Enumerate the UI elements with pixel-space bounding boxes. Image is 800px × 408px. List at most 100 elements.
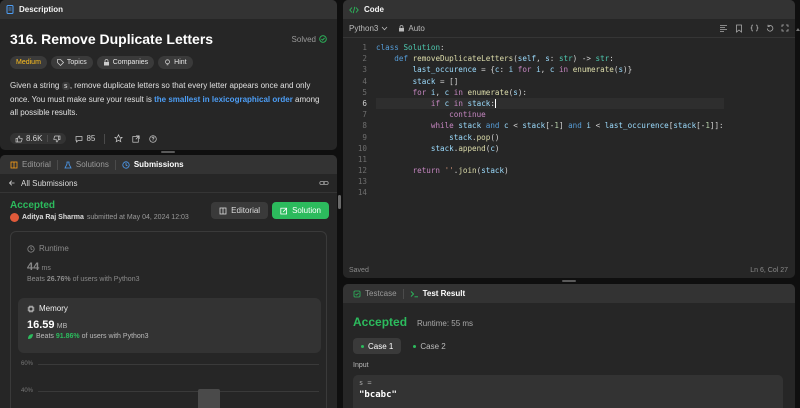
code-toolbar: Python3 Auto: [343, 19, 795, 38]
line-number: 9: [362, 132, 367, 142]
line-number: 3: [362, 65, 367, 75]
format-icon[interactable]: [719, 24, 728, 32]
line-number: 10: [357, 143, 367, 153]
topics-tag[interactable]: Topics: [50, 56, 93, 69]
share-icon[interactable]: [132, 134, 140, 143]
test-runtime: Runtime: 55 ms: [417, 319, 474, 328]
tab-editorial[interactable]: Editorial: [6, 155, 55, 174]
line-number: 5: [362, 87, 367, 97]
terminal-icon: [410, 290, 419, 298]
description-panel: Description 316. Remove Duplicate Letter…: [0, 0, 337, 150]
memory-card[interactable]: Memory 16.59 MB Beats 91.86% of users wi…: [18, 298, 321, 353]
book-icon: [10, 161, 18, 169]
tab-testcase[interactable]: Testcase: [349, 284, 401, 303]
problem-title[interactable]: 316. Remove Duplicate Letters: [10, 31, 213, 47]
stats-card: Runtime 44 ms Beats 26.76% of users with…: [10, 231, 327, 408]
submissions-tabs: Editorial Solutions Submissions: [0, 155, 337, 174]
case-1-tab[interactable]: Case 1: [353, 338, 402, 354]
line-number: 11: [357, 154, 367, 164]
chart-tick-40: 40%: [21, 388, 34, 394]
auto-mode[interactable]: Auto: [398, 24, 425, 33]
input-box: s = "bcabc": [353, 375, 783, 408]
code-icon: [349, 6, 359, 14]
clock-icon: [27, 244, 35, 253]
inline-code-s: s: [61, 82, 70, 90]
language-select[interactable]: Python3: [349, 24, 388, 33]
checkbox-icon: [353, 290, 361, 298]
bookmark-icon[interactable]: [735, 24, 743, 33]
line-number: 14: [357, 188, 367, 198]
star-icon[interactable]: [114, 134, 124, 143]
line-number: 4: [362, 76, 367, 86]
test-accepted-status: Accepted: [353, 315, 408, 329]
panel-resize-handle-horizontal[interactable]: [161, 151, 175, 153]
line-number: 12: [357, 166, 367, 176]
lock-icon: [398, 24, 405, 32]
check-circle-icon: [319, 35, 327, 43]
comments-button[interactable]: 85: [75, 134, 95, 143]
chart-bar[interactable]: [198, 389, 220, 408]
line-number: 6: [362, 98, 367, 108]
description-tab[interactable]: Description: [19, 5, 63, 14]
avatar[interactable]: [10, 213, 19, 222]
reset-icon[interactable]: [766, 24, 774, 32]
companies-tag[interactable]: Companies: [96, 56, 155, 69]
tag-icon: [57, 59, 64, 66]
case-2-tab[interactable]: Case 2: [407, 338, 451, 354]
help-icon[interactable]: [149, 134, 158, 143]
runtime-card[interactable]: Runtime 44 ms Beats 26.76% of users with…: [18, 240, 319, 296]
cursor-position: Ln 6, Col 27: [750, 267, 788, 274]
code-header: Code: [343, 0, 795, 19]
code-editor[interactable]: 1 2 3 4 5 6 7 8 9 10 11 12 13 14 class Solution: def …: [343, 38, 795, 197]
result-tabs: Testcase Test Result: [343, 284, 795, 303]
difficulty-badge[interactable]: Medium: [10, 56, 47, 69]
case-pass-dot: [413, 344, 417, 348]
panel-resize-handle[interactable]: [338, 195, 341, 209]
chart-gridline: [38, 364, 319, 365]
editorial-button[interactable]: Editorial: [211, 202, 269, 219]
braces-icon[interactable]: [750, 24, 759, 32]
line-number: 8: [362, 121, 367, 131]
tab-submissions[interactable]: Submissions: [118, 155, 188, 174]
case-pass-dot: [361, 344, 364, 348]
problem-statement: Given a string s, remove duplicate lette…: [10, 81, 320, 117]
line-number-gutter: 1 2 3 4 5 6 7 8 9 10 11 12 13 14: [343, 42, 367, 199]
document-icon: [6, 5, 14, 14]
submitted-time: submitted at May 04, 2024 12:03: [86, 214, 189, 221]
lock-icon: [103, 59, 110, 66]
runtime-value: 44: [27, 261, 40, 273]
history-icon: [122, 160, 130, 169]
tab-solutions[interactable]: Solutions: [60, 155, 113, 174]
code-panel: Code Python3 Auto 1 2 3 4 5 6 7 8 9 10 11 12 13 14 cl…: [343, 0, 795, 278]
author-name[interactable]: Aditya Raj Sharma: [22, 214, 84, 221]
code-content[interactable]: class Solution: def removeDuplicateLette…: [376, 42, 724, 199]
thumbs-up-icon: [15, 135, 23, 143]
input-var: s =: [359, 379, 372, 387]
solved-status: Solved: [291, 34, 316, 44]
flask-icon: [64, 161, 72, 169]
expand-icon[interactable]: [781, 24, 789, 32]
hint-tag[interactable]: Hint: [158, 56, 193, 69]
link-icon[interactable]: [319, 179, 329, 187]
submissions-nav: All Submissions: [0, 174, 337, 193]
thumbs-down-icon[interactable]: [53, 135, 61, 143]
scroll-arrow[interactable]: [796, 28, 800, 31]
leaf-icon: [27, 333, 34, 340]
description-header: Description: [0, 0, 337, 19]
panel-resize-handle-code[interactable]: [562, 280, 576, 282]
edit-icon: [280, 207, 288, 215]
saved-status: Saved: [349, 267, 369, 274]
chart-tick-60: 60%: [21, 361, 34, 367]
line-number: 2: [362, 54, 367, 64]
chip-icon: [27, 305, 35, 313]
memory-value: 16.59: [27, 319, 55, 331]
all-submissions-link[interactable]: All Submissions: [8, 179, 77, 188]
line-number: 13: [357, 177, 367, 187]
tab-test-result[interactable]: Test Result: [406, 284, 470, 303]
distribution-chart[interactable]: 60% 40%: [18, 361, 319, 408]
solution-button[interactable]: Solution: [272, 202, 329, 219]
line-number: 7: [362, 110, 367, 120]
like-button[interactable]: 8.6K: [10, 133, 67, 144]
code-tab[interactable]: Code: [364, 5, 384, 14]
book-icon: [219, 207, 227, 215]
